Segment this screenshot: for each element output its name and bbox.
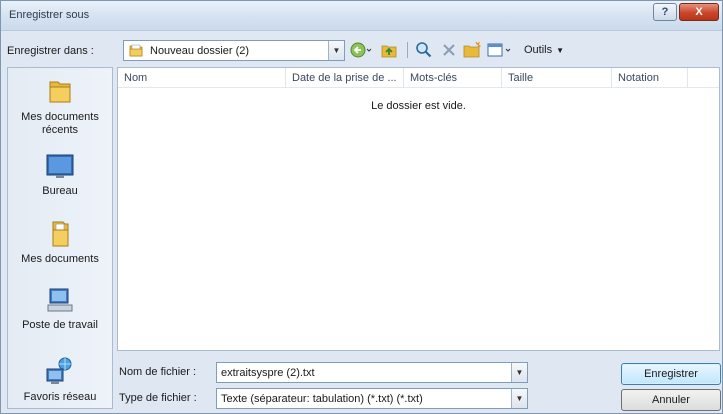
delete-icon xyxy=(443,44,455,56)
places-bar: Mes documents récents Bureau Mes documen… xyxy=(7,67,113,409)
new-folder-icon xyxy=(463,41,482,58)
dropdown-arrow-icon[interactable]: ▼ xyxy=(328,41,344,60)
save-button[interactable]: Enregistrer xyxy=(621,363,721,385)
computer-icon xyxy=(47,288,73,312)
my-documents-icon xyxy=(52,221,69,247)
column-header-date[interactable]: Date de la prise de ... xyxy=(286,68,404,88)
save-in-label: Enregistrer dans : xyxy=(7,45,94,57)
column-header-row: Nom Date de la prise de ... Mots-clés Ta… xyxy=(118,68,719,88)
views-button[interactable] xyxy=(485,39,515,61)
place-my-documents[interactable]: Mes documents xyxy=(8,218,112,266)
save-button-label: Enregistrer xyxy=(644,368,698,380)
tools-label: Outils xyxy=(523,44,553,56)
place-label: Mes documents xyxy=(21,253,99,265)
close-icon: X xyxy=(695,6,703,18)
chevron-down-icon: ▼ xyxy=(556,45,565,55)
up-folder-icon xyxy=(381,45,397,58)
filename-value: extraitsyspre (2).txt xyxy=(221,367,315,379)
save-in-value: Nouveau dossier (2) xyxy=(150,45,250,57)
tools-menu-button[interactable]: Outils ▼ xyxy=(516,39,572,61)
back-button[interactable] xyxy=(349,39,373,61)
folder-icon xyxy=(129,44,143,57)
title-bar: Enregistrer sous ? X xyxy=(1,1,722,31)
place-recent-documents[interactable]: Mes documents récents xyxy=(8,76,112,137)
delete-button[interactable] xyxy=(439,39,459,61)
cancel-button-label: Annuler xyxy=(652,394,690,406)
toolbar-separator xyxy=(407,42,408,58)
save-as-dialog: Enregistrer sous ? X Enregistrer dans : … xyxy=(0,0,723,414)
search-icon xyxy=(416,42,432,58)
network-icon xyxy=(46,357,72,384)
place-label: Poste de travail xyxy=(22,319,98,331)
window-title: Enregistrer sous xyxy=(9,9,90,21)
place-label: Favoris réseau xyxy=(23,391,97,403)
save-in-combobox[interactable]: Nouveau dossier (2) ▼ xyxy=(123,40,345,61)
new-folder-button[interactable] xyxy=(461,39,483,61)
place-label: Bureau xyxy=(42,185,78,197)
place-label: Mes documents récents xyxy=(21,111,99,136)
close-button[interactable]: X xyxy=(679,3,719,21)
place-desktop[interactable]: Bureau xyxy=(8,150,112,198)
search-web-button[interactable] xyxy=(413,39,435,61)
cancel-button[interactable]: Annuler xyxy=(621,389,721,411)
desktop-icon xyxy=(46,154,74,178)
dropdown-arrow-icon[interactable]: ▼ xyxy=(511,389,527,408)
filetype-select[interactable]: Texte (séparateur: tabulation) (*.txt) (… xyxy=(216,388,528,409)
empty-folder-message: Le dossier est vide. xyxy=(371,100,466,112)
place-network[interactable]: Favoris réseau xyxy=(8,356,112,404)
file-list[interactable]: Nom Date de la prise de ... Mots-clés Ta… xyxy=(117,67,720,351)
up-folder-button[interactable] xyxy=(375,39,405,61)
filename-input[interactable]: extraitsyspre (2).txt ▼ xyxy=(216,362,528,383)
column-header-size[interactable]: Taille xyxy=(502,68,612,88)
column-header-tags[interactable]: Mots-clés xyxy=(404,68,502,88)
views-icon xyxy=(487,43,511,57)
help-button[interactable]: ? xyxy=(653,3,677,21)
filetype-value: Texte (séparateur: tabulation) (*.txt) (… xyxy=(221,393,423,405)
back-icon xyxy=(350,42,372,58)
dropdown-arrow-icon[interactable]: ▼ xyxy=(511,363,527,382)
recent-documents-icon xyxy=(49,81,71,103)
column-header-name[interactable]: Nom xyxy=(118,68,286,88)
place-my-computer[interactable]: Poste de travail xyxy=(8,284,112,332)
help-icon: ? xyxy=(661,6,669,18)
column-header-rating[interactable]: Notation xyxy=(612,68,688,88)
filename-label: Nom de fichier : xyxy=(119,366,197,378)
filetype-label: Type de fichier : xyxy=(119,392,197,404)
